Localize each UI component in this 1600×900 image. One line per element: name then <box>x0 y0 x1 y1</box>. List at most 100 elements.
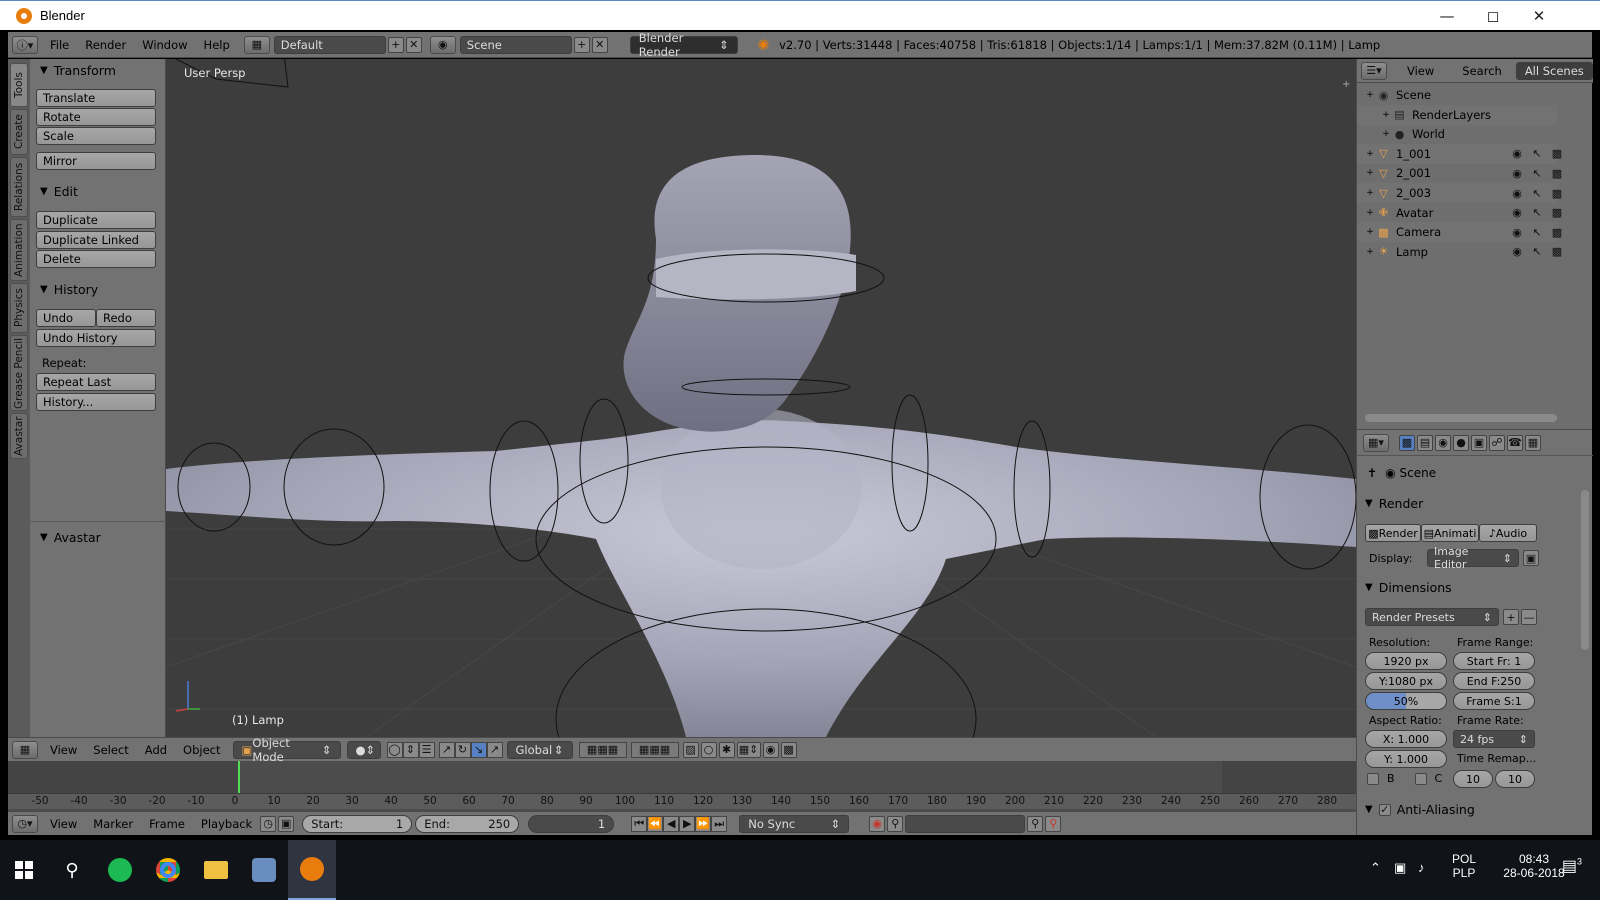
menu-view[interactable]: View <box>42 817 85 831</box>
frame-step-field[interactable]: Frame S:1 <box>1453 692 1535 710</box>
remove-layout-icon[interactable]: ✕ <box>405 36 422 53</box>
tab-tools[interactable]: Tools <box>10 63 28 107</box>
menu-view[interactable]: View <box>42 743 85 757</box>
outliner-row[interactable]: + ✙ Avatar ◉ ↖ ▩ <box>1357 203 1562 223</box>
horizontal-scrollbar[interactable] <box>1365 414 1557 422</box>
paint-app-icon[interactable] <box>240 840 288 900</box>
menu-frame[interactable]: Frame <box>141 817 193 831</box>
audio-button[interactable]: ♪ Audio <box>1479 524 1537 542</box>
manipulator-toggle-icon[interactable]: ☰ <box>418 741 435 758</box>
render-toggle-icon[interactable]: ▩ <box>1547 187 1567 200</box>
render-toggle-icon[interactable]: ▩ <box>1547 226 1567 239</box>
repeat-last-button[interactable]: Repeat Last <box>36 373 156 391</box>
editor-type-info-icon[interactable]: ⓘ▾ <box>12 35 38 54</box>
sync-mode-select[interactable]: No Sync ⇕ <box>739 814 850 833</box>
expand-toggle-icon[interactable]: + <box>1363 90 1377 100</box>
render-tab-icon[interactable]: ▩ <box>1399 434 1415 451</box>
jump-end-icon[interactable]: ⏭ <box>711 815 728 832</box>
scene-icon[interactable]: ◉ <box>429 35 456 54</box>
tray-chevron-icon[interactable]: ⌃ <box>1370 860 1381 876</box>
delete-keyframe-icon[interactable]: ⚲ <box>1045 815 1062 832</box>
end-frame-field[interactable]: End F:250 <box>1453 672 1535 690</box>
cursor-icon[interactable]: ↖ <box>1527 167 1547 180</box>
mode-select[interactable]: ▣ Object Mode ⇕ <box>232 736 341 764</box>
scale-button[interactable]: Scale <box>36 127 156 145</box>
eye-icon[interactable]: ◉ <box>1507 187 1527 200</box>
time-remap-old-field[interactable]: 10 <box>1453 770 1493 788</box>
vertical-scrollbar[interactable] <box>1581 490 1589 650</box>
render-toggle-icon[interactable]: ▩ <box>1547 245 1567 258</box>
screen-layout-field[interactable]: Default <box>273 35 386 54</box>
rotate-button[interactable]: Rotate <box>36 108 156 126</box>
outliner-row[interactable]: + ▽ 2_003 ◉ ↖ ▩ <box>1357 183 1562 203</box>
menu-help[interactable]: Help <box>196 38 238 52</box>
preview-range-icon[interactable]: ◷ <box>260 815 277 832</box>
expand-toggle-icon[interactable]: + <box>1363 227 1377 237</box>
expand-toggle-icon[interactable]: + <box>1363 208 1377 218</box>
duplicate-linked-button[interactable]: Duplicate Linked <box>36 231 156 249</box>
expand-toggle-icon[interactable]: + <box>1363 168 1377 178</box>
manipulator-mode-icon[interactable]: ↗ <box>486 741 503 758</box>
menu-playback[interactable]: Playback <box>193 817 260 831</box>
history-panel-header[interactable]: ▼ History <box>30 278 166 300</box>
layer-buttons[interactable]: ▦▦▦ ▦▦▦ <box>578 741 679 758</box>
render-layers-tab-icon[interactable]: ▤ <box>1417 434 1433 451</box>
record-icon[interactable]: ◉ <box>869 815 886 832</box>
cursor-icon[interactable]: ↖ <box>1527 245 1547 258</box>
start-frame-field[interactable]: Start: 1 <box>302 814 413 833</box>
scene-tab-icon[interactable]: ◉ <box>1435 434 1451 451</box>
remove-preset-icon[interactable]: — <box>1521 609 1537 625</box>
editor-type-outliner-icon[interactable]: ☰▾ <box>1361 61 1387 80</box>
modifiers-tab-icon[interactable]: ☎ <box>1507 434 1523 451</box>
scale-manipulator-icon[interactable]: ↘ <box>470 741 487 758</box>
outliner-row[interactable]: + ☀ Lamp ◉ ↖ ▩ <box>1357 242 1562 262</box>
render-animation-button[interactable]: ▤ Animati <box>1421 524 1479 542</box>
outliner-item-name[interactable]: World <box>1412 127 1445 141</box>
tab-avastar[interactable]: Avastar <box>10 413 28 459</box>
outliner-row[interactable]: + ▩ Camera ◉ ↖ ▩ <box>1357 222 1562 243</box>
end-frame-field[interactable]: End: 250 <box>415 814 520 833</box>
render-animation-icon[interactable]: ▩ <box>780 741 797 758</box>
outliner-row[interactable]: + ▤ RenderLayers <box>1357 104 1557 125</box>
outliner-item-name[interactable]: Lamp <box>1396 245 1428 259</box>
translate-manipulator-icon[interactable]: ↗ <box>438 741 455 758</box>
resolution-percentage-slider[interactable]: 50% <box>1365 692 1447 710</box>
add-layout-icon[interactable]: + <box>387 36 404 53</box>
aspect-y-field[interactable]: Y: 1.000 <box>1365 750 1447 768</box>
pin-icon[interactable]: ✝ <box>1367 466 1377 480</box>
tab-create[interactable]: Create <box>10 109 28 155</box>
anti-aliasing-panel-header[interactable]: ▼ ✓ Anti-Aliasing <box>1365 802 1475 817</box>
menu-add[interactable]: Add <box>137 743 175 757</box>
outliner-item-name[interactable]: 1_001 <box>1396 147 1431 161</box>
tab-physics[interactable]: Physics <box>10 283 28 333</box>
object-tab-icon[interactable]: ▣ <box>1471 434 1487 451</box>
eye-icon[interactable]: ◉ <box>1507 245 1527 258</box>
add-scene-icon[interactable]: + <box>573 36 590 53</box>
menu-render[interactable]: Render <box>77 38 134 52</box>
resolution-x-field[interactable]: 1920 px <box>1365 652 1447 670</box>
world-tab-icon[interactable]: ● <box>1453 434 1469 451</box>
jump-keyframe-forward-icon[interactable]: ⏩ <box>695 815 712 832</box>
jump-start-icon[interactable]: ⏮ <box>631 815 648 832</box>
border-checkbox[interactable] <box>1367 772 1379 785</box>
transform-panel-header[interactable]: ▼ Transform <box>30 59 166 81</box>
undo-history-button[interactable]: Undo History <box>36 329 156 347</box>
outliner-item-name[interactable]: Camera <box>1396 225 1441 239</box>
editor-type-properties-icon[interactable]: ▦▾ <box>1363 433 1389 452</box>
anti-aliasing-checkbox[interactable]: ✓ <box>1378 803 1391 816</box>
search-icon[interactable]: ⚲ <box>48 840 96 900</box>
history-button[interactable]: History... <box>36 393 156 411</box>
file-explorer-icon[interactable] <box>192 840 240 900</box>
outliner-item-name[interactable]: 2_003 <box>1396 186 1431 200</box>
snap-toggle-icon[interactable]: ✱ <box>718 741 735 758</box>
proportional-edit-icon[interactable]: ○ <box>700 741 717 758</box>
crop-checkbox[interactable] <box>1414 772 1427 785</box>
insert-keyframe-icon[interactable]: ⚲ <box>1027 815 1044 832</box>
minimize-button[interactable]: — <box>1424 1 1470 31</box>
mirror-button[interactable]: Mirror <box>36 152 156 170</box>
keying-set-field[interactable] <box>905 814 1026 833</box>
eye-icon[interactable]: ◉ <box>1507 206 1527 219</box>
menu-search[interactable]: Search <box>1454 64 1510 78</box>
snap-element-icon[interactable]: ▦⇕ <box>736 741 761 758</box>
time-remap-new-field[interactable]: 10 <box>1495 770 1535 788</box>
